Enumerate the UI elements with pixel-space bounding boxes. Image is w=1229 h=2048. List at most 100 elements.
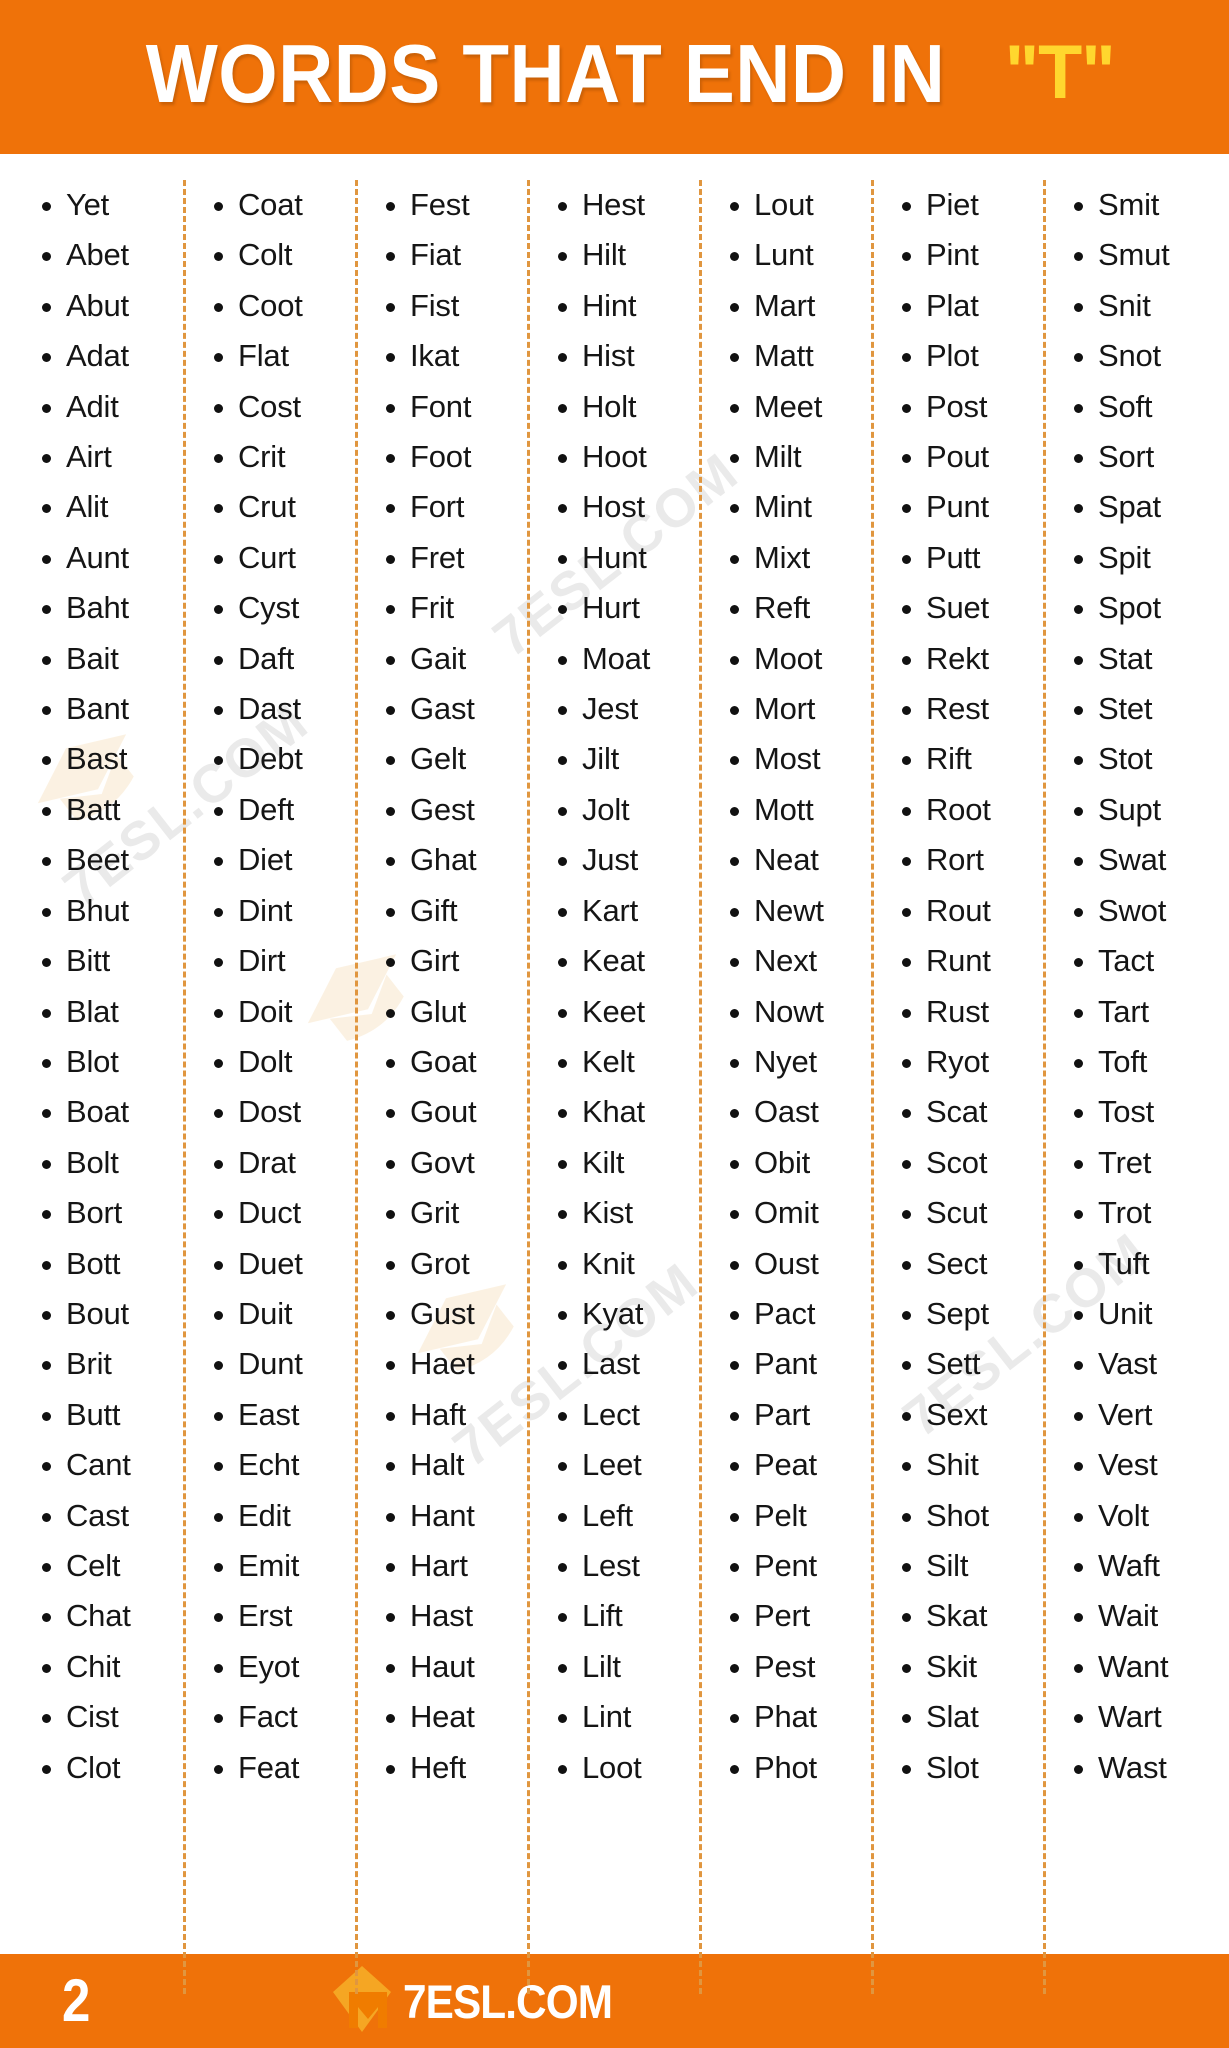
word-item: Lect: [552, 1390, 699, 1440]
word-item: Sext: [896, 1390, 1043, 1440]
word-item: Supt: [1068, 785, 1215, 835]
word-item: East: [208, 1390, 355, 1440]
word-item: Gift: [380, 886, 527, 936]
word-item: Duit: [208, 1289, 355, 1339]
word-item: Unit: [1068, 1289, 1215, 1339]
word-item: Neat: [724, 835, 871, 885]
word-item: Lest: [552, 1541, 699, 1591]
word-item: Next: [724, 936, 871, 986]
word-list: Lout Lunt Mart Matt Meet Milt Mint Mixt Reft Moot…: [724, 180, 871, 1793]
word-list: Coat Colt Coot Flat Cost Crit Crut Curt Cyst Daft…: [208, 180, 355, 1793]
word-item: Chit: [36, 1642, 183, 1692]
word-item: Trot: [1068, 1188, 1215, 1238]
word-item: Kart: [552, 886, 699, 936]
word-item: Scut: [896, 1188, 1043, 1238]
word-item: Crut: [208, 482, 355, 532]
word-item: Silt: [896, 1541, 1043, 1591]
word-item: Swot: [1068, 886, 1215, 936]
word-item: Holt: [552, 382, 699, 432]
word-item: Aunt: [36, 533, 183, 583]
word-item: Skat: [896, 1591, 1043, 1641]
word-item: Swat: [1068, 835, 1215, 885]
word-item: Hint: [552, 281, 699, 331]
word-item: Pout: [896, 432, 1043, 482]
word-item: Slat: [896, 1692, 1043, 1742]
word-item: Wait: [1068, 1591, 1215, 1641]
word-item: Putt: [896, 533, 1043, 583]
word-item: Jilt: [552, 734, 699, 784]
word-item: Hilt: [552, 230, 699, 280]
word-item: Jolt: [552, 785, 699, 835]
word-column-4: Hest Hilt Hint Hist Holt Hoot Host Hunt Hurt Moat…: [527, 180, 699, 1994]
word-item: Bolt: [36, 1138, 183, 1188]
word-item: Hoot: [552, 432, 699, 482]
word-item: Snit: [1068, 281, 1215, 331]
word-item: Smit: [1068, 180, 1215, 230]
word-item: Fiat: [380, 230, 527, 280]
word-item: Wart: [1068, 1692, 1215, 1742]
word-item: Bast: [36, 734, 183, 784]
word-item: Punt: [896, 482, 1043, 532]
word-item: Abet: [36, 230, 183, 280]
word-item: Hart: [380, 1541, 527, 1591]
word-item: Heft: [380, 1743, 527, 1793]
word-item: Vast: [1068, 1339, 1215, 1389]
word-item: Most: [724, 734, 871, 784]
word-item: Mixt: [724, 533, 871, 583]
word-item: Boat: [36, 1087, 183, 1137]
word-list: Smit Smut Snit Snot Soft Sort Spat Spit Spot Stat…: [1068, 180, 1215, 1793]
word-item: Doit: [208, 987, 355, 1037]
word-column-2: Coat Colt Coot Flat Cost Crit Crut Curt Cyst Daft…: [183, 180, 355, 1994]
word-item: Goat: [380, 1037, 527, 1087]
word-item: Dirt: [208, 936, 355, 986]
word-item: Heat: [380, 1692, 527, 1742]
word-item: Lint: [552, 1692, 699, 1742]
word-list-sheet: 7ESL.COM 7ESL.COM 7ESL.COM 7ESL.COM Yet A…: [0, 154, 1229, 1994]
word-item: Bort: [36, 1188, 183, 1238]
word-item: Gast: [380, 684, 527, 734]
word-item: Bitt: [36, 936, 183, 986]
word-item: Butt: [36, 1390, 183, 1440]
word-item: Hist: [552, 331, 699, 381]
word-item: Daft: [208, 634, 355, 684]
word-item: Curt: [208, 533, 355, 583]
word-item: Gait: [380, 634, 527, 684]
word-item: Oast: [724, 1087, 871, 1137]
word-item: Soft: [1068, 382, 1215, 432]
word-item: Last: [552, 1339, 699, 1389]
word-item: Khat: [552, 1087, 699, 1137]
word-item: Phot: [724, 1743, 871, 1793]
word-item: Ryot: [896, 1037, 1043, 1087]
word-item: Mort: [724, 684, 871, 734]
word-item: Airt: [36, 432, 183, 482]
word-item: Left: [552, 1491, 699, 1541]
word-item: Tart: [1068, 987, 1215, 1037]
word-item: Reft: [724, 583, 871, 633]
word-item: Flat: [208, 331, 355, 381]
word-item: Waft: [1068, 1541, 1215, 1591]
word-item: Hant: [380, 1491, 527, 1541]
word-item: Debt: [208, 734, 355, 784]
word-item: Sort: [1068, 432, 1215, 482]
word-item: Colt: [208, 230, 355, 280]
word-item: Bout: [36, 1289, 183, 1339]
word-item: Lift: [552, 1591, 699, 1641]
word-item: Rift: [896, 734, 1043, 784]
word-item: Edit: [208, 1491, 355, 1541]
word-item: Cyst: [208, 583, 355, 633]
word-item: Deft: [208, 785, 355, 835]
word-column-3: Fest Fiat Fist Ikat Font Foot Fort Fret Frit Gait…: [355, 180, 527, 1994]
word-item: Girt: [380, 936, 527, 986]
word-item: Mart: [724, 281, 871, 331]
word-item: Root: [896, 785, 1043, 835]
word-item: Snot: [1068, 331, 1215, 381]
word-item: Pact: [724, 1289, 871, 1339]
word-item: Gest: [380, 785, 527, 835]
word-item: Cant: [36, 1440, 183, 1490]
word-list: Hest Hilt Hint Hist Holt Hoot Host Hunt Hurt Moat…: [552, 180, 699, 1793]
word-item: Dost: [208, 1087, 355, 1137]
word-item: Vest: [1068, 1440, 1215, 1490]
word-item: Haet: [380, 1339, 527, 1389]
word-item: Keat: [552, 936, 699, 986]
word-item: Suet: [896, 583, 1043, 633]
